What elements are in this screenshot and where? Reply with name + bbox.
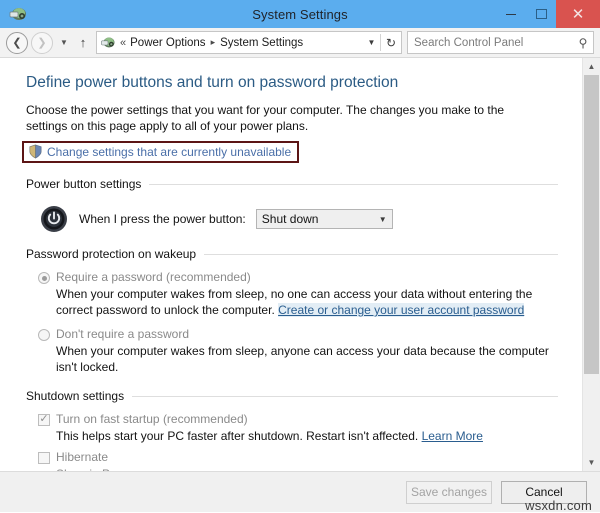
scroll-up-icon: ▲ xyxy=(587,62,596,71)
learn-more-link[interactable]: Learn More xyxy=(422,429,483,443)
power-button-icon xyxy=(41,206,67,232)
power-button-settings-title: Power button settings xyxy=(26,177,142,191)
page-title: Define power buttons and turn on passwor… xyxy=(26,74,399,91)
scrollbar-thumb[interactable] xyxy=(584,75,599,375)
show-power-menu-clipped: Show in Power menu. xyxy=(56,465,560,471)
navigation-toolbar: ❮ ❯ ▼ ↑ « Power Options ▸ System Setting… xyxy=(0,28,600,58)
fast-startup-label: Turn on fast startup (recommended) xyxy=(56,412,248,426)
minimize-icon xyxy=(506,13,516,15)
show-power-menu-label: Show in Power menu. xyxy=(56,467,173,471)
shield-icon xyxy=(29,144,42,159)
address-bar-icon xyxy=(100,35,116,50)
breadcrumb-item-power-options[interactable]: Power Options xyxy=(130,37,205,49)
no-password-option[interactable]: Don't require a password When your compu… xyxy=(38,327,560,375)
search-icon: ⚲ xyxy=(578,35,588,50)
group-rule xyxy=(132,395,558,397)
address-bar[interactable]: « Power Options ▸ System Settings ▼ ↻ xyxy=(96,31,402,54)
chevron-down-icon: ▼ xyxy=(60,38,68,47)
power-button-settings-group: Power button settings When I press the p… xyxy=(26,177,560,233)
app-icon xyxy=(8,5,30,23)
no-password-radio[interactable] xyxy=(38,329,50,341)
scroll-down-icon: ▼ xyxy=(587,458,596,467)
group-header: Password protection on wakeup xyxy=(26,247,560,261)
password-protection-title: Password protection on wakeup xyxy=(26,247,197,261)
up-button[interactable]: ↑ xyxy=(74,35,92,50)
search-input[interactable]: Search Control Panel xyxy=(408,37,573,49)
group-header: Shutdown settings xyxy=(26,389,560,403)
close-icon: ✕ xyxy=(571,5,585,23)
change-settings-link[interactable]: Change settings that are currently unava… xyxy=(47,145,291,159)
window-controls: ✕ xyxy=(496,0,600,28)
require-password-description: When your computer wakes from sleep, no … xyxy=(56,286,551,318)
chevron-down-icon: ▼ xyxy=(378,214,387,224)
fast-startup-description: This helps start your PC faster after sh… xyxy=(56,428,551,444)
group-rule xyxy=(149,183,558,185)
group-rule xyxy=(204,253,558,255)
title-bar[interactable]: System Settings ✕ xyxy=(0,0,600,28)
refresh-icon: ↻ xyxy=(385,35,397,50)
shutdown-settings-title: Shutdown settings xyxy=(26,389,125,403)
back-arrow-icon: ❮ xyxy=(12,37,22,49)
require-password-label: Require a password (recommended) xyxy=(56,270,251,284)
refresh-button[interactable]: ↻ xyxy=(381,36,401,50)
fast-startup-option[interactable]: Turn on fast startup (recommended) This … xyxy=(38,412,560,444)
require-password-option[interactable]: Require a password (recommended) When yo… xyxy=(38,270,560,318)
scroll-down-button[interactable]: ▼ xyxy=(583,454,600,471)
up-arrow-icon: ↑ xyxy=(79,35,87,50)
recent-locations-button[interactable]: ▼ xyxy=(56,38,72,47)
forward-arrow-icon: ❯ xyxy=(37,37,47,49)
annotation-highlight: Change settings that are currently unava… xyxy=(22,141,300,163)
breadcrumb-item-system-settings[interactable]: System Settings xyxy=(220,37,303,49)
hibernate-label: Hibernate xyxy=(56,450,109,464)
shutdown-settings-group: Shutdown settings Turn on fast startup (… xyxy=(26,389,560,471)
password-protection-group: Password protection on wakeup Require a … xyxy=(26,247,560,375)
require-password-row[interactable]: Require a password (recommended) xyxy=(38,270,560,285)
maximize-icon xyxy=(535,9,547,19)
fast-startup-description-text: This helps start your PC faster after sh… xyxy=(56,429,422,443)
intro-text: Choose the power settings that you want … xyxy=(26,103,505,133)
uac-row: Change settings that are currently unava… xyxy=(22,141,560,163)
create-change-password-link[interactable]: Create or change your user account passw… xyxy=(278,303,525,317)
back-button[interactable]: ❮ xyxy=(6,31,28,54)
power-button-label: When I press the power button: xyxy=(79,212,246,226)
power-button-action-select[interactable]: Shut down ▼ xyxy=(255,209,393,229)
group-header: Power button settings xyxy=(26,177,560,191)
no-password-row[interactable]: Don't require a password xyxy=(38,327,560,342)
no-password-description: When your computer wakes from sleep, any… xyxy=(56,344,549,374)
system-settings-window: System Settings ✕ ❮ ❯ ▼ ↑ « Power Option… xyxy=(0,0,600,513)
hibernate-row[interactable]: Hibernate xyxy=(38,450,560,465)
power-button-row: When I press the power button: Shut down… xyxy=(40,205,560,233)
dialog-footer: Save changes Cancel wsxdn.com xyxy=(0,472,600,513)
scroll-up-button[interactable]: ▲ xyxy=(583,58,600,75)
scrollbar-track[interactable] xyxy=(583,75,600,454)
save-changes-button[interactable]: Save changes xyxy=(406,480,492,504)
no-password-label: Don't require a password xyxy=(56,327,190,341)
control-panel-icon xyxy=(9,8,26,20)
breadcrumb-separator-icon: ▸ xyxy=(210,37,216,47)
vertical-scrollbar[interactable]: ▲ ▼ xyxy=(582,58,600,471)
content-area: Define power buttons and turn on passwor… xyxy=(0,58,600,472)
search-box[interactable]: Search Control Panel ⚲ xyxy=(407,31,594,54)
require-password-radio[interactable] xyxy=(38,272,50,284)
power-button-action-value: Shut down xyxy=(261,212,319,226)
fast-startup-checkbox[interactable] xyxy=(38,414,50,426)
breadcrumb-overflow[interactable]: « xyxy=(120,37,126,49)
chevron-down-icon: ▼ xyxy=(367,38,376,47)
maximize-button[interactable] xyxy=(526,0,556,28)
watermark: wsxdn.com xyxy=(525,498,592,513)
address-dropdown-button[interactable]: ▼ xyxy=(363,38,380,47)
forward-button[interactable]: ❯ xyxy=(31,31,53,54)
hibernate-checkbox[interactable] xyxy=(38,452,50,464)
breadcrumb: « Power Options ▸ System Settings xyxy=(119,37,363,49)
settings-pane: Define power buttons and turn on passwor… xyxy=(0,58,582,471)
hibernate-option[interactable]: Hibernate Show in Power menu. xyxy=(38,450,560,471)
control-panel-icon xyxy=(101,37,115,48)
minimize-button[interactable] xyxy=(496,0,526,28)
close-button[interactable]: ✕ xyxy=(556,0,600,28)
fast-startup-row[interactable]: Turn on fast startup (recommended) xyxy=(38,412,560,427)
